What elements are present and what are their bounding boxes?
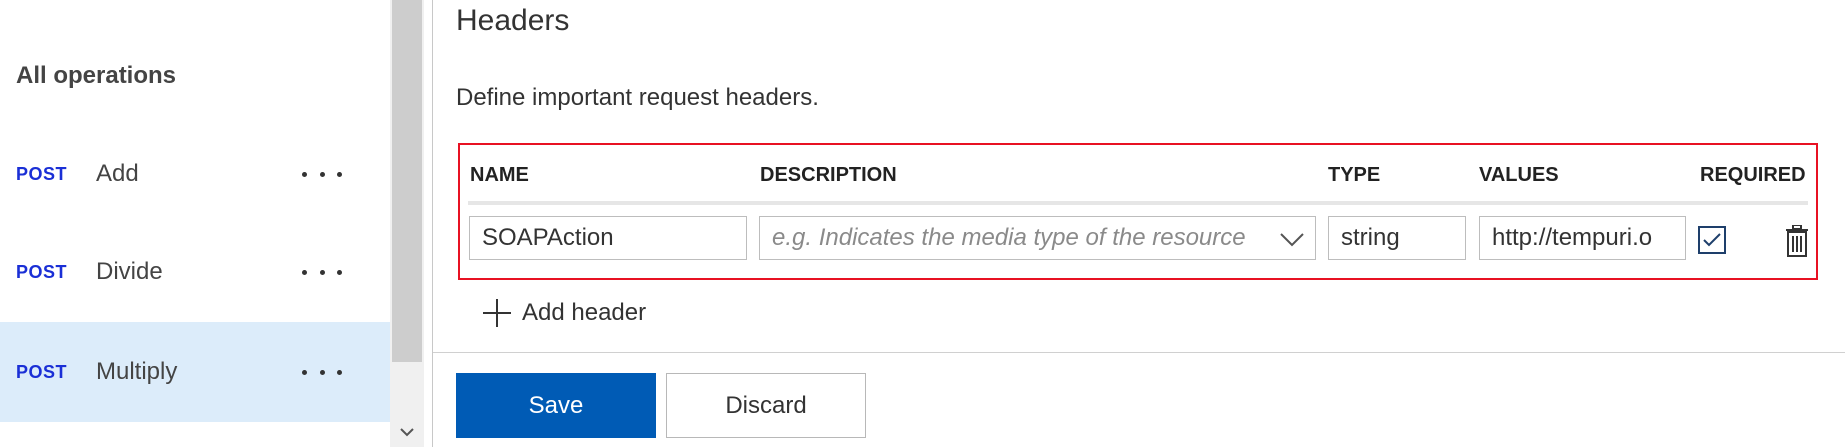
operation-name: Divide bbox=[96, 258, 163, 285]
add-header-label: Add header bbox=[522, 299, 647, 326]
save-button[interactable]: Save bbox=[456, 373, 656, 438]
headers-table: NAME DESCRIPTION TYPE VALUES REQUIRED SO… bbox=[458, 143, 1818, 280]
all-operations-heading[interactable]: All operations bbox=[16, 62, 176, 90]
delete-trash-icon[interactable] bbox=[1785, 225, 1809, 257]
column-header-name: NAME bbox=[470, 164, 529, 186]
column-header-description: DESCRIPTION bbox=[760, 164, 897, 186]
more-options-icon[interactable] bbox=[302, 162, 342, 186]
operation-item-divide[interactable]: POST Divide bbox=[0, 222, 390, 322]
header-separator bbox=[468, 201, 1808, 205]
operation-method: POST bbox=[16, 361, 68, 382]
column-header-required: REQUIRED bbox=[1700, 164, 1806, 186]
required-checkbox[interactable] bbox=[1698, 226, 1726, 254]
scrollbar-thumb[interactable] bbox=[392, 0, 422, 362]
plus-icon bbox=[483, 299, 511, 327]
chevron-down-icon bbox=[1280, 233, 1304, 247]
operation-method: POST bbox=[16, 261, 68, 282]
description-placeholder: e.g. Indicates the media type of the res… bbox=[772, 224, 1246, 251]
panel-divider bbox=[432, 0, 433, 447]
operation-item-multiply[interactable]: POST Multiply bbox=[0, 322, 390, 422]
operations-sidebar: All operations POST Add POST Divide POST… bbox=[0, 0, 390, 447]
column-header-values: VALUES bbox=[1479, 164, 1559, 186]
operation-method: POST bbox=[16, 163, 68, 184]
checkmark-icon bbox=[1703, 233, 1721, 247]
actions-divider bbox=[433, 352, 1845, 353]
discard-button[interactable]: Discard bbox=[666, 373, 866, 438]
more-options-icon[interactable] bbox=[302, 360, 342, 384]
column-header-type: TYPE bbox=[1328, 164, 1381, 186]
operation-name: Add bbox=[96, 160, 139, 187]
operation-item-add[interactable]: POST Add bbox=[0, 124, 390, 224]
header-name-input[interactable]: SOAPAction bbox=[469, 216, 747, 260]
sidebar-scrollbar[interactable] bbox=[390, 0, 424, 447]
more-options-icon[interactable] bbox=[302, 260, 342, 284]
add-header-button[interactable]: Add header bbox=[482, 298, 646, 328]
header-description-dropdown[interactable]: e.g. Indicates the media type of the res… bbox=[759, 216, 1316, 260]
headers-description: Define important request headers. bbox=[456, 84, 819, 111]
header-values-input[interactable]: http://tempuri.o bbox=[1479, 216, 1686, 260]
scroll-down-arrow-icon[interactable] bbox=[390, 417, 424, 447]
headers-title: Headers bbox=[456, 4, 570, 37]
header-type-input[interactable]: string bbox=[1328, 216, 1466, 260]
operation-name: Multiply bbox=[96, 358, 178, 385]
